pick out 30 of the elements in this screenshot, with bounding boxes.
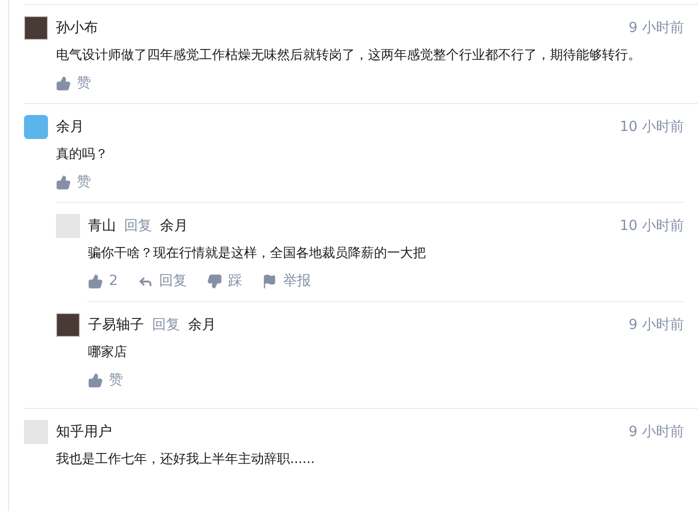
- comment-time: 9 小时前: [628, 422, 684, 442]
- avatar: [24, 420, 48, 444]
- reply-label: 回复: [124, 216, 152, 236]
- comment-text: 我也是工作七年，还好我上半年主动辞职......: [56, 451, 316, 469]
- author-name[interactable]: 知乎用户: [56, 422, 112, 442]
- comment-text: 哪家店: [88, 344, 128, 362]
- comment-time: 9 小时前: [628, 18, 684, 38]
- author-name[interactable]: 青山: [88, 216, 116, 236]
- flag-icon: [262, 274, 277, 288]
- thumbs-up-icon: [88, 372, 103, 388]
- comment-text: 真的吗？: [56, 146, 109, 164]
- comment-text: 电气设计师做了四年感觉工作枯燥无味然后就转岗了，这两年感觉整个行业都不行了，期待能够转行。: [56, 47, 642, 65]
- avatar: [24, 115, 48, 139]
- reply-target-name[interactable]: 余月: [188, 314, 216, 336]
- comment-time: 10 小时前: [620, 118, 684, 136]
- thumbs-up-icon: [88, 274, 103, 288]
- comment-time: 9 小时前: [628, 316, 684, 334]
- author-name[interactable]: 孙小布: [56, 18, 98, 38]
- author-name[interactable]: 余月: [56, 116, 84, 138]
- comment-text: 骗你干啥？现在行情就是这样，全国各地裁员降薪的一大把: [88, 245, 427, 263]
- avatar-photo-placeholder: [56, 313, 80, 337]
- thumbs-down-icon: [206, 274, 222, 288]
- reply-label: 回复: [152, 316, 180, 334]
- thumbs-up-icon: [56, 174, 71, 190]
- avatar: [56, 214, 80, 238]
- comment-time: 10 小时前: [620, 216, 684, 236]
- author-name[interactable]: 子易轴子: [88, 314, 144, 336]
- reply-target-name[interactable]: 余月: [160, 216, 188, 236]
- avatar-photo-placeholder: [24, 16, 48, 40]
- thumbs-up-icon: [56, 76, 71, 90]
